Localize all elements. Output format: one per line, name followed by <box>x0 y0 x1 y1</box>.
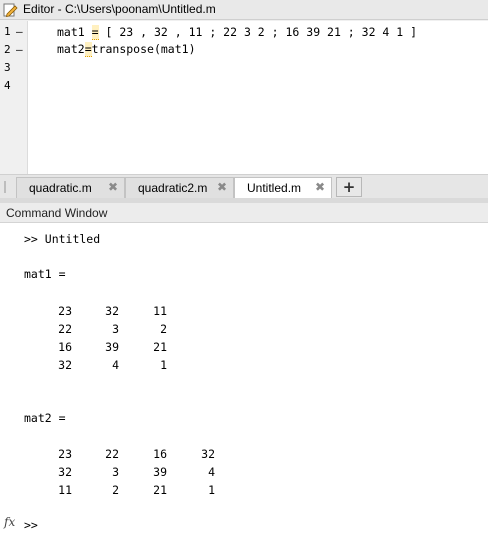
matrix-cell: 21 <box>153 340 167 354</box>
line-gutter: 1 – 2 – 3 4 <box>0 21 28 174</box>
new-tab-button[interactable]: + <box>336 177 362 197</box>
close-icon[interactable]: ✖ <box>108 180 118 194</box>
code-text: mat1 <box>57 25 92 39</box>
command-window[interactable]: >> Untitled mat1 = 23 32 11 22 3 2 16 39… <box>0 223 488 539</box>
matrix-cell: 39 <box>105 340 119 354</box>
code-text: [ 23 , 32 , 11 ; 22 3 2 ; 16 39 21 ; 32 … <box>98 25 418 39</box>
tab-label: Untitled.m <box>247 181 302 195</box>
matrix-cell: 4 <box>112 358 119 372</box>
matrix-cell: 39 <box>153 465 167 479</box>
matrix-cell: 2 <box>112 483 119 497</box>
warning-marker[interactable]: = <box>84 42 92 57</box>
command-echo: >> Untitled <box>24 232 101 246</box>
function-browser-icon[interactable]: fx <box>4 515 15 529</box>
command-prompt[interactable]: >> <box>24 518 38 532</box>
close-icon[interactable]: ✖ <box>315 180 325 194</box>
matrix-cell: 32 <box>58 358 72 372</box>
command-window-title: Command Window <box>6 206 108 220</box>
matrix-cell: 32 <box>201 447 215 461</box>
warning-marker[interactable]: = <box>91 25 99 40</box>
editor-tab-strip: quadratic.m ✖ quadratic2.m ✖ Untitled.m … <box>0 174 488 199</box>
pencil-doc-icon <box>3 3 18 17</box>
breakpoint-marker[interactable]: – <box>16 25 26 38</box>
matrix-cell: 22 <box>105 447 119 461</box>
line-number: 1 <box>4 25 11 38</box>
matrix-cell: 21 <box>153 483 167 497</box>
matrix-cell: 16 <box>153 447 167 461</box>
matrix-cell: 23 <box>58 447 72 461</box>
matrix-cell: 22 <box>58 322 72 336</box>
tab-quadratic[interactable]: quadratic.m ✖ <box>16 177 125 198</box>
mat2-label: mat2 = <box>24 411 66 425</box>
command-window-header: Command Window <box>0 203 488 223</box>
code-text: mat2 <box>57 42 85 56</box>
matrix-cell: 2 <box>160 322 167 336</box>
code-editor[interactable]: 1 – 2 – 3 4 mat1 = [ 23 , 32 , 11 ; 22 3… <box>0 21 488 174</box>
line-number: 4 <box>4 79 11 92</box>
line-number: 2 <box>4 43 11 56</box>
editor-title: Editor - C:\Users\poonam\Untitled.m <box>23 2 216 16</box>
matrix-cell: 1 <box>208 483 215 497</box>
matrix-cell: 23 <box>58 304 72 318</box>
breakpoint-marker[interactable]: – <box>16 43 26 56</box>
matrix-cell: 32 <box>105 304 119 318</box>
close-icon[interactable]: ✖ <box>217 180 227 194</box>
code-line-2[interactable]: mat2=transpose(mat1) <box>57 42 196 57</box>
code-text: transpose(mat1) <box>91 42 196 56</box>
matrix-cell: 11 <box>153 304 167 318</box>
matrix-cell: 32 <box>58 465 72 479</box>
tab-label: quadratic.m <box>29 181 92 195</box>
mat1-label: mat1 = <box>24 267 66 281</box>
matrix-cell: 3 <box>112 465 119 479</box>
matrix-cell: 3 <box>112 322 119 336</box>
matrix-cell: 11 <box>58 483 72 497</box>
tab-untitled[interactable]: Untitled.m ✖ <box>234 177 332 199</box>
matrix-cell: 16 <box>58 340 72 354</box>
code-line-1[interactable]: mat1 = [ 23 , 32 , 11 ; 22 3 2 ; 16 39 2… <box>57 25 418 40</box>
tab-quadratic2[interactable]: quadratic2.m ✖ <box>125 177 234 198</box>
matrix-cell: 1 <box>160 358 167 372</box>
tab-label: quadratic2.m <box>138 181 208 195</box>
line-number: 3 <box>4 61 11 74</box>
tab-scroll-handle[interactable] <box>4 181 6 193</box>
matrix-cell: 4 <box>208 465 215 479</box>
editor-title-bar: Editor - C:\Users\poonam\Untitled.m <box>0 0 488 20</box>
